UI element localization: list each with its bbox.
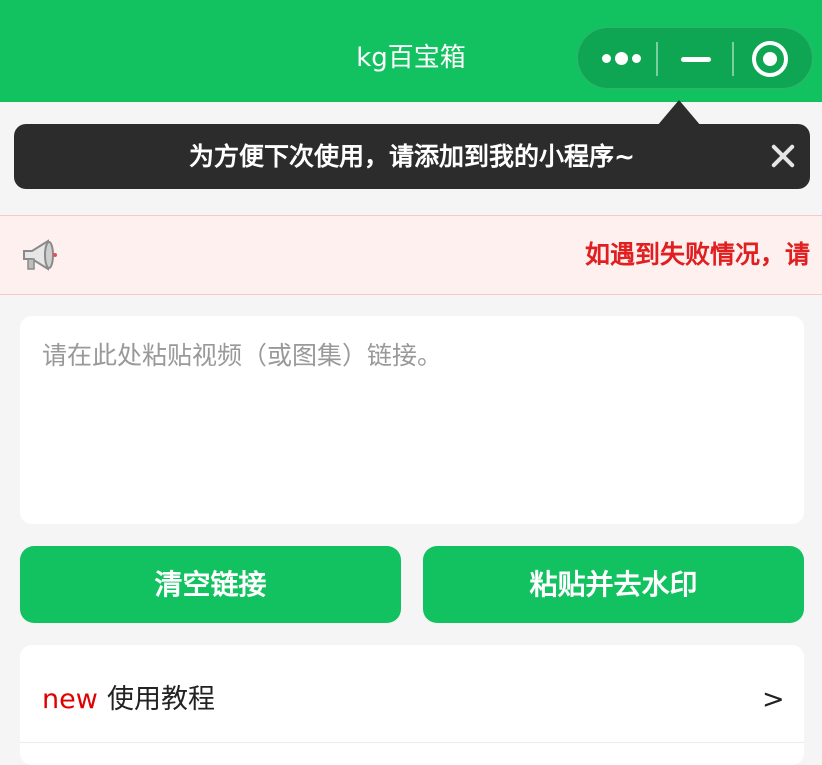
close-icon[interactable] <box>768 141 798 171</box>
capsule-divider <box>656 42 658 76</box>
mini-program-capsule <box>577 27 813 89</box>
clear-link-button[interactable]: 清空链接 <box>20 546 401 623</box>
notice-text: 如遇到失败情况，请 <box>585 240 811 269</box>
more-dots-icon[interactable] <box>602 50 642 68</box>
menu-list: new 使用教程 > <box>20 645 804 765</box>
capsule-divider <box>732 42 734 76</box>
link-input[interactable] <box>42 338 782 498</box>
paste-remove-watermark-button[interactable]: 粘贴并去水印 <box>423 546 804 623</box>
menu-item-label: 使用教程 <box>107 684 215 715</box>
tip-text: 为方便下次使用，请添加到我的小程序~ <box>189 142 635 171</box>
target-circle-icon[interactable] <box>752 41 788 77</box>
app-header: kg百宝箱 <box>0 0 822 102</box>
megaphone-icon <box>23 239 57 271</box>
new-badge: new <box>42 684 98 715</box>
menu-item-tutorial[interactable]: new 使用教程 > <box>20 645 804 743</box>
link-input-card <box>20 316 804 524</box>
tip-pointer <box>657 100 701 126</box>
notice-bar: 如遇到失败情况，请 <box>0 215 822 295</box>
minus-icon[interactable] <box>681 57 711 62</box>
chevron-right-icon: > <box>762 684 785 715</box>
add-to-my-miniprogram-tip: 为方便下次使用，请添加到我的小程序~ <box>14 124 810 189</box>
